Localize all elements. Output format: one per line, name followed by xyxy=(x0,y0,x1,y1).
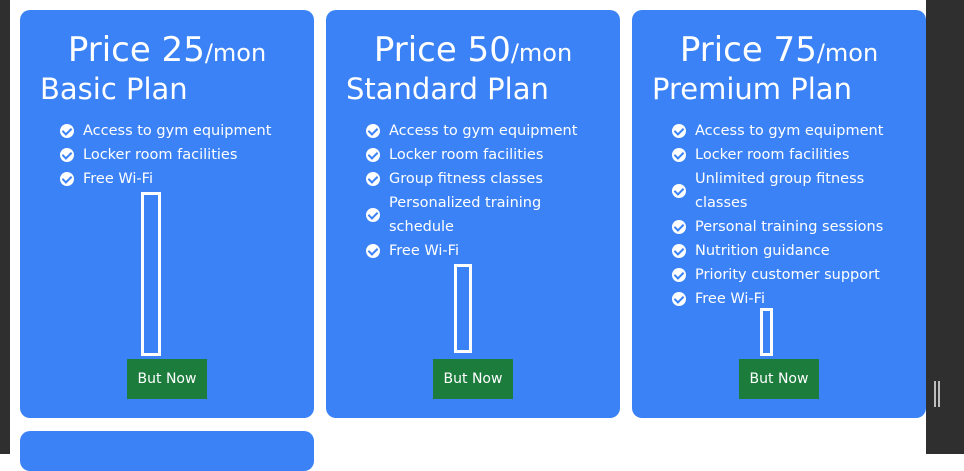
price-period: /mon xyxy=(816,39,879,67)
feature-item: Unlimited group fitness classes xyxy=(672,167,912,215)
feature-item: Free Wi-Fi xyxy=(366,239,606,263)
price-period: /mon xyxy=(510,39,573,67)
plan-price: Price 75/mon xyxy=(632,30,926,73)
plan-title: Standard Plan xyxy=(346,72,549,106)
feature-item: Priority customer support xyxy=(672,263,912,287)
check-circle-icon xyxy=(672,148,686,162)
feature-text: Priority customer support xyxy=(695,267,880,283)
buy-now-button[interactable]: But Now xyxy=(433,359,513,399)
check-circle-icon xyxy=(366,148,380,162)
feature-item: Access to gym equipment xyxy=(60,119,300,143)
check-circle-icon xyxy=(366,172,380,186)
feature-text: Free Wi-Fi xyxy=(695,291,765,307)
price-amount: Price 50 xyxy=(373,30,511,70)
right-frame xyxy=(926,0,964,454)
feature-text: Unlimited group fitness classes xyxy=(695,171,865,211)
feature-text: Locker room facilities xyxy=(695,147,850,163)
buy-now-button[interactable]: But Now xyxy=(127,359,207,399)
feature-list: Access to gym equipment Locker room faci… xyxy=(672,119,912,311)
feature-item: Nutrition guidance xyxy=(672,239,912,263)
check-circle-icon xyxy=(672,124,686,138)
buy-now-button[interactable]: But Now xyxy=(739,359,819,399)
feature-item: Group fitness classes xyxy=(366,167,606,191)
spacer-box xyxy=(141,192,161,356)
pricing-card-standard: Price 50/mon Standard Plan Access to gym… xyxy=(326,10,620,418)
check-circle-icon xyxy=(672,292,686,306)
resize-handle[interactable] xyxy=(934,381,940,407)
feature-item: Locker room facilities xyxy=(672,143,912,167)
check-circle-icon xyxy=(60,172,74,186)
feature-text: Locker room facilities xyxy=(389,147,544,163)
check-circle-icon xyxy=(672,220,686,234)
check-circle-icon xyxy=(672,244,686,258)
check-circle-icon xyxy=(366,244,380,258)
feature-item: Locker room facilities xyxy=(60,143,300,167)
check-circle-icon xyxy=(60,148,74,162)
pricing-card-basic: Price 25/mon Basic Plan Access to gym eq… xyxy=(20,10,314,418)
plan-title: Premium Plan xyxy=(652,72,852,106)
feature-item: Free Wi-Fi xyxy=(60,167,300,191)
price-period: /mon xyxy=(204,39,267,67)
feature-list: Access to gym equipment Locker room faci… xyxy=(60,119,300,191)
check-circle-icon xyxy=(672,184,686,198)
check-circle-icon xyxy=(366,124,380,138)
plan-price: Price 50/mon xyxy=(326,30,620,73)
price-amount: Price 25 xyxy=(67,30,205,70)
feature-item: Access to gym equipment xyxy=(366,119,606,143)
feature-text: Free Wi-Fi xyxy=(83,171,153,187)
feature-text: Access to gym equipment xyxy=(389,123,578,139)
feature-text: Personalized training schedule xyxy=(389,195,542,235)
plan-price: Price 25/mon xyxy=(20,30,314,73)
feature-text: Nutrition guidance xyxy=(695,243,830,259)
spacer-box xyxy=(454,264,472,353)
feature-item: Free Wi-Fi xyxy=(672,287,912,311)
feature-item: Locker room facilities xyxy=(366,143,606,167)
check-circle-icon xyxy=(672,268,686,282)
feature-item: Access to gym equipment xyxy=(672,119,912,143)
check-circle-icon xyxy=(60,124,74,138)
feature-text: Group fitness classes xyxy=(389,171,543,187)
price-amount: Price 75 xyxy=(679,30,817,70)
check-circle-icon xyxy=(366,208,380,222)
spacer-box xyxy=(760,308,773,356)
feature-text: Access to gym equipment xyxy=(695,123,884,139)
pricing-card-partial xyxy=(20,431,314,471)
feature-text: Free Wi-Fi xyxy=(389,243,459,259)
feature-item: Personalized training schedule xyxy=(366,191,606,239)
feature-text: Locker room facilities xyxy=(83,147,238,163)
left-frame xyxy=(0,0,10,454)
pricing-card-premium: Price 75/mon Premium Plan Access to gym … xyxy=(632,10,926,418)
feature-text: Access to gym equipment xyxy=(83,123,272,139)
feature-item: Personal training sessions xyxy=(672,215,912,239)
feature-list: Access to gym equipment Locker room faci… xyxy=(366,119,606,263)
feature-text: Personal training sessions xyxy=(695,219,884,235)
plan-title: Basic Plan xyxy=(40,72,188,106)
